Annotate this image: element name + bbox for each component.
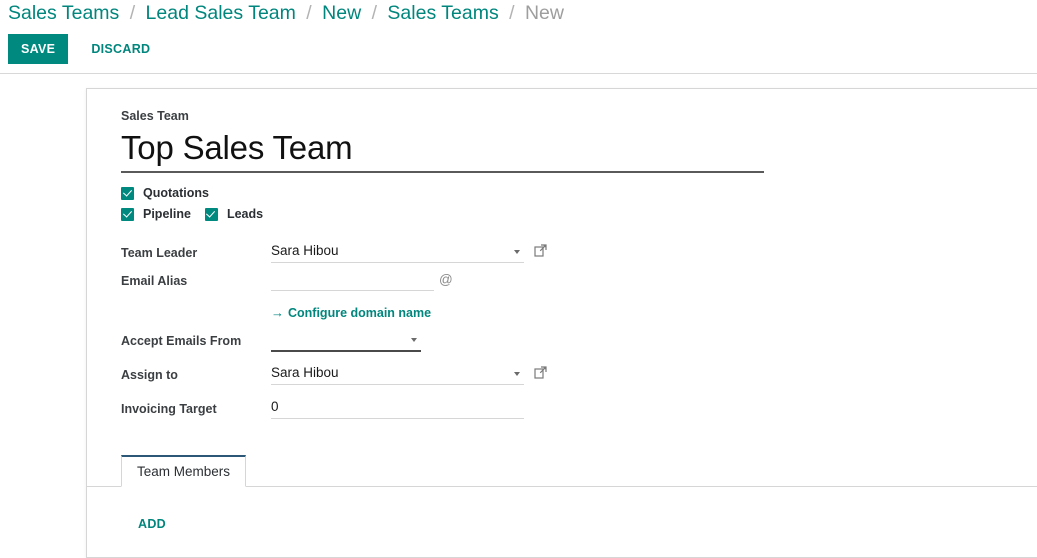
configure-domain-spacer	[121, 296, 271, 302]
email-alias-input[interactable]	[271, 270, 434, 291]
checkbox-leads[interactable]: Leads	[204, 207, 264, 221]
assign-to-value: Sara Hibou	[271, 362, 547, 385]
tab-strip: Team Members	[87, 454, 1037, 487]
checkbox-pipeline[interactable]: Pipeline	[121, 207, 191, 221]
tab-team-members[interactable]: Team Members	[121, 455, 247, 487]
breadcrumb-separator: /	[129, 2, 136, 24]
invoicing-target-input[interactable]: 0	[271, 398, 524, 419]
invoicing-target-input-text: 0	[271, 399, 279, 414]
team-leader-input-text: Sara Hibou	[271, 243, 339, 258]
control-panel: Sales Teams / Lead Sales Team / New / Sa…	[0, 0, 1037, 74]
invoicing-target-label: Invoicing Target	[121, 402, 217, 416]
invoicing-target-value: 0	[271, 396, 524, 419]
sales-team-name-field[interactable]: Top Sales Team	[121, 128, 764, 173]
accept-emails-from-input[interactable]	[271, 330, 421, 352]
configure-domain-name-link[interactable]: → Configure domain name	[271, 306, 431, 320]
team-leader-label: Team Leader	[121, 246, 198, 260]
chevron-down-icon[interactable]	[411, 338, 417, 342]
save-button[interactable]: SAVE	[8, 34, 69, 64]
sales-team-name-input[interactable]: Top Sales Team	[121, 128, 764, 168]
notebook: Team Members ADD	[87, 454, 1037, 533]
action-buttons: SAVE DISCARD	[8, 34, 164, 64]
breadcrumb-separator: /	[509, 2, 515, 24]
checkbox-row-pipeline-leads: Pipeline Leads	[121, 207, 1037, 221]
checkbox-pipeline-label: Pipeline	[143, 207, 191, 221]
checkbox-row-quotations: Quotations	[121, 186, 1037, 200]
accept-emails-from-label: Accept Emails From	[121, 334, 242, 348]
team-leader-input[interactable]: Sara Hibou	[271, 242, 524, 263]
assign-to-input[interactable]: Sara Hibou	[271, 364, 524, 385]
add-button[interactable]: ADD	[138, 517, 166, 531]
field-row-configure-domain: → Configure domain name	[121, 296, 1037, 328]
discard-button[interactable]: DISCARD	[77, 34, 164, 64]
chevron-down-icon[interactable]	[514, 372, 520, 376]
at-symbol: @	[439, 272, 453, 287]
assign-to-label: Assign to	[121, 368, 178, 382]
assign-to-input-text: Sara Hibou	[271, 365, 339, 380]
breadcrumb-item-current: New	[524, 2, 564, 24]
field-row-email-alias: Email Alias @	[121, 268, 1037, 296]
arrow-right-icon: →	[271, 305, 284, 320]
internal-link-icon-assign-to[interactable]	[534, 365, 548, 379]
configure-domain-name-label: Configure domain name	[288, 305, 432, 320]
email-alias-value: @	[271, 268, 453, 291]
field-row-assign-to: Assign to Sara Hibou	[121, 362, 1037, 390]
form-sheet: Sales Team Top Sales Team Quotations Pip…	[86, 88, 1037, 558]
breadcrumb-item-lead-sales-team[interactable]: Lead Sales Team	[146, 2, 296, 24]
email-alias-label: Email Alias	[121, 274, 188, 288]
configure-domain-value: → Configure domain name	[271, 296, 431, 328]
field-row-invoicing-target: Invoicing Target 0	[121, 396, 1037, 424]
check-icon[interactable]	[204, 207, 218, 221]
checkbox-quotations-label: Quotations	[143, 186, 209, 200]
breadcrumb-item-sales-teams[interactable]: Sales Teams	[8, 2, 119, 24]
field-row-accept-emails-from: Accept Emails From	[121, 328, 1037, 356]
sheet-background: Sales Team Top Sales Team Quotations Pip…	[0, 74, 1037, 558]
sales-team-label: Sales Team	[121, 109, 189, 123]
accept-emails-from-value	[271, 328, 421, 352]
check-icon[interactable]	[121, 186, 134, 200]
breadcrumb-item-sales-teams-2[interactable]: Sales Teams	[387, 2, 498, 24]
field-row-team-leader: Team Leader Sara Hibou	[121, 240, 1037, 268]
breadcrumb: Sales Teams / Lead Sales Team / New / Sa…	[8, 2, 564, 25]
internal-link-icon-team-leader[interactable]	[534, 243, 548, 257]
breadcrumb-item-new[interactable]: New	[322, 2, 361, 24]
team-leader-value: Sara Hibou	[271, 240, 547, 263]
tab-panel-team-members: ADD	[121, 487, 1037, 533]
checkbox-leads-label: Leads	[226, 207, 264, 221]
breadcrumb-separator: /	[371, 2, 377, 24]
breadcrumb-separator: /	[306, 2, 312, 24]
form-fields: Team Leader Sara Hibou Email Alias @ → C…	[121, 240, 1037, 424]
chevron-down-icon[interactable]	[514, 250, 520, 254]
check-icon[interactable]	[121, 207, 134, 221]
feature-checkboxes: Quotations Pipeline Leads	[121, 186, 1037, 221]
checkbox-quotations[interactable]: Quotations	[121, 186, 209, 200]
